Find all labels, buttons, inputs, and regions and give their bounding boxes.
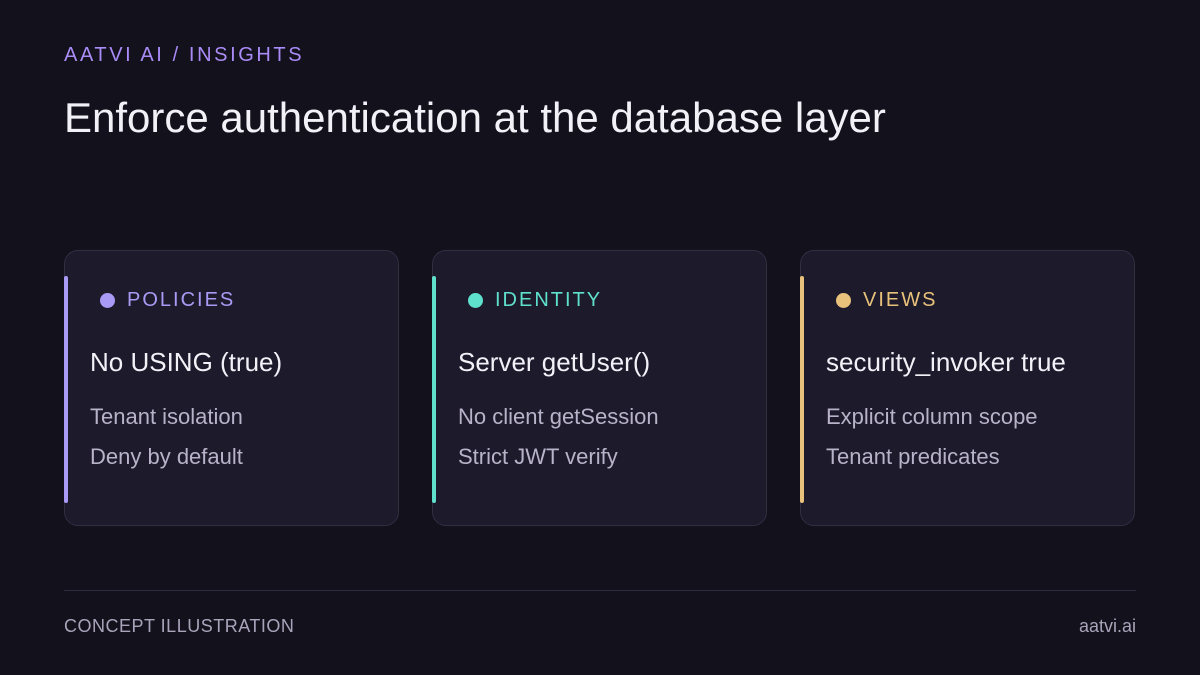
eyebrow-label: AATVI AI / INSIGHTS <box>64 44 305 66</box>
card-detail: Tenant isolation <box>90 404 243 429</box>
footer-caption: CONCEPT ILLUSTRATION <box>64 616 295 636</box>
card-row: POLICIES No USING (true) Tenant isolatio… <box>64 250 1136 528</box>
card-tag-label: POLICIES <box>127 289 236 311</box>
card-detail: No client getSession <box>458 404 659 429</box>
card-views: VIEWS security_invoker true Explicit col… <box>800 250 1135 526</box>
card-detail: Tenant predicates <box>826 444 1000 469</box>
card-detail: Deny by default <box>90 444 243 469</box>
status-dot-icon <box>100 292 115 308</box>
card-title: security_invoker true <box>826 347 1066 377</box>
card-tag: VIEWS <box>836 287 937 313</box>
status-dot-icon <box>836 292 851 308</box>
footer-divider <box>64 590 1136 591</box>
card-identity: IDENTITY Server getUser() No client getS… <box>432 250 767 526</box>
footer-site-link: aatvi.ai <box>1078 616 1136 636</box>
card-tag-label: VIEWS <box>863 289 938 311</box>
card-title: No USING (true) <box>90 347 283 377</box>
card-title: Server getUser() <box>458 347 651 377</box>
card-tag: POLICIES <box>100 287 235 313</box>
page-title: Enforce authentication at the database l… <box>64 94 886 141</box>
card-policies: POLICIES No USING (true) Tenant isolatio… <box>64 250 399 526</box>
card-accent-bar <box>64 276 68 503</box>
card-accent-bar <box>432 276 436 503</box>
card-detail: Strict JWT verify <box>458 444 618 469</box>
status-dot-icon <box>468 292 483 308</box>
card-accent-bar <box>800 276 804 503</box>
card-tag-label: IDENTITY <box>495 289 603 311</box>
card-detail: Explicit column scope <box>826 404 1038 429</box>
card-tag: IDENTITY <box>468 287 602 313</box>
